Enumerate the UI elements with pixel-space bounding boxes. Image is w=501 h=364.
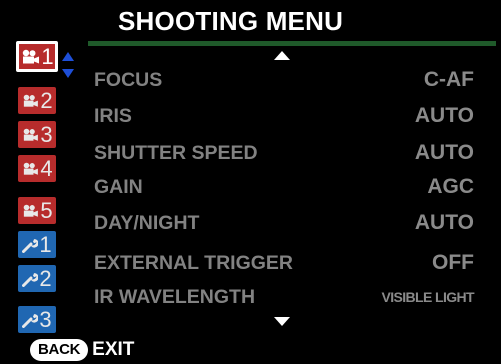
tab-movie-5[interactable]: 5: [18, 197, 56, 224]
menu-item-focus[interactable]: FOCUS C-AF: [94, 63, 474, 97]
menu-item-label: IR WAVELENGTH: [94, 286, 256, 308]
back-button[interactable]: BACK: [30, 339, 89, 361]
menu-item-label: IRIS: [94, 105, 132, 127]
menu-item-label: DAY/NIGHT: [94, 212, 200, 234]
tab-number: 2: [39, 265, 52, 291]
menu-item-external-trigger[interactable]: EXTERNAL TRIGGER OFF: [94, 246, 474, 280]
tab-number: 3: [39, 306, 52, 332]
tab-number: 1: [41, 43, 54, 69]
tab-setup-1[interactable]: 1: [18, 231, 56, 258]
tab-number: 2: [40, 87, 53, 113]
tab-number: 1: [39, 231, 52, 257]
footer-hint: BACK EXIT: [30, 338, 134, 362]
menu-item-value: AUTO: [414, 211, 474, 234]
tab-number: 5: [40, 197, 53, 223]
tab-scroll-arrows[interactable]: [60, 50, 76, 80]
movie-camera-icon: [21, 94, 39, 108]
movie-camera-icon: [21, 204, 39, 218]
tab-setup-2[interactable]: 2: [18, 265, 56, 292]
movie-camera-icon: [20, 49, 40, 65]
tab-movie-1[interactable]: 1: [16, 41, 58, 72]
menu-item-value: AUTO: [414, 141, 474, 164]
tab-movie-2[interactable]: 2: [18, 87, 56, 114]
menu-item-value: OFF: [432, 251, 474, 274]
wrench-icon: [22, 312, 39, 328]
tab-setup-3[interactable]: 3: [18, 306, 56, 333]
tab-number: 3: [40, 121, 53, 147]
menu-item-label: GAIN: [94, 176, 143, 198]
tab-number: 4: [40, 155, 53, 181]
tab-movie-3[interactable]: 3: [18, 121, 56, 148]
tab-movie-4[interactable]: 4: [18, 155, 56, 182]
title-divider: [88, 41, 496, 46]
wrench-icon: [22, 271, 39, 287]
page-title: SHOOTING MENU: [118, 6, 344, 36]
menu-item-value: VISIBLE LIGHT: [381, 289, 474, 305]
menu-item-label: FOCUS: [94, 69, 163, 91]
menu-item-value: AUTO: [414, 104, 474, 127]
menu-item-value: AGC: [427, 175, 474, 198]
menu-screen: SHOOTING MENU 1 2 3 4 5 1 2 3 FOCUS C-AF…: [0, 0, 501, 364]
menu-item-day-night[interactable]: DAY/NIGHT AUTO: [94, 206, 474, 240]
menu-item-iris[interactable]: IRIS AUTO: [94, 99, 474, 133]
scroll-up-arrow-icon[interactable]: [274, 51, 290, 60]
wrench-icon: [22, 237, 39, 253]
menu-item-ir-wavelength[interactable]: IR WAVELENGTH VISIBLE LIGHT: [94, 280, 475, 314]
menu-item-shutter-speed[interactable]: SHUTTER SPEED AUTO: [94, 136, 474, 170]
scroll-down-arrow-icon[interactable]: [274, 317, 290, 326]
movie-camera-icon: [21, 128, 39, 142]
menu-item-label: SHUTTER SPEED: [94, 142, 258, 164]
exit-label: EXIT: [92, 339, 135, 360]
menu-item-label: EXTERNAL TRIGGER: [94, 252, 293, 274]
menu-item-gain[interactable]: GAIN AGC: [94, 170, 474, 204]
menu-item-value: C-AF: [423, 68, 474, 91]
movie-camera-icon: [21, 162, 39, 176]
